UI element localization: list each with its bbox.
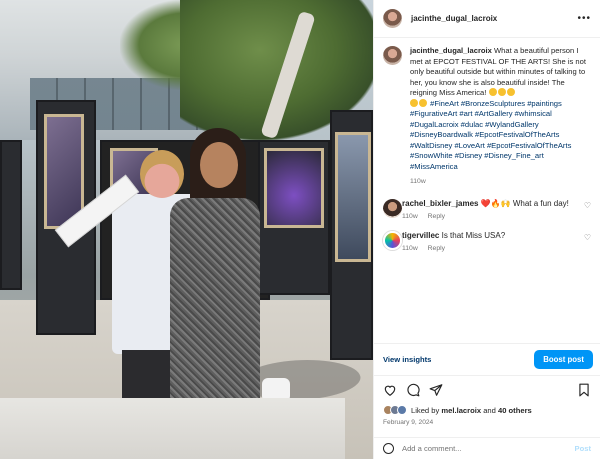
comment-like-icon[interactable]: ♡ xyxy=(582,201,591,210)
caption-time: 110w xyxy=(410,178,426,185)
comment-item: tigervillec Is that Miss USA? 110w Reply… xyxy=(383,230,591,252)
comment-input[interactable] xyxy=(402,444,575,453)
author-avatar[interactable] xyxy=(383,9,402,28)
likes-row: Liked by mel.lacroix and 40 others xyxy=(374,403,600,417)
liked-by-user[interactable]: mel.lacroix xyxy=(441,406,481,415)
commenter-avatar[interactable] xyxy=(383,198,402,218)
caption-avatar[interactable] xyxy=(383,46,402,65)
caption-username[interactable]: jacinthe_dugal_lacroix xyxy=(410,46,492,55)
comment-item: rachel_bixler_james ❤️🔥🙌 What a fun day!… xyxy=(383,198,591,220)
boost-post-button[interactable]: Boost post xyxy=(534,350,593,369)
view-insights-link[interactable]: View insights xyxy=(383,355,431,364)
caption: jacinthe_dugal_lacroix What a beautiful … xyxy=(383,46,591,188)
add-comment-bar: Post xyxy=(374,437,600,459)
post-modal: jacinthe_dugal_lacroix ••• jacinthe_duga… xyxy=(0,0,600,459)
insights-bar: View insights Boost post xyxy=(374,343,600,375)
post-header: jacinthe_dugal_lacroix ••• xyxy=(374,0,600,38)
more-icon[interactable]: ••• xyxy=(577,13,591,24)
reply-button[interactable]: Reply xyxy=(428,245,445,252)
post-photo[interactable] xyxy=(0,0,373,459)
post-date: February 9, 2024 xyxy=(383,419,434,426)
comment-like-icon[interactable]: ♡ xyxy=(582,233,591,242)
liker-avatars[interactable] xyxy=(383,405,407,415)
share-icon[interactable] xyxy=(429,383,443,397)
commenter-avatar[interactable] xyxy=(383,230,402,250)
comment-time: 110w xyxy=(402,244,418,252)
caption-hashtags[interactable]: #FineArt #BronzeSculptures #paintings #F… xyxy=(410,99,571,171)
comment-text: ❤️🔥🙌 What a fun day! xyxy=(480,198,569,208)
bookmark-icon[interactable] xyxy=(577,383,591,397)
comment-time: 110w xyxy=(402,212,418,220)
reply-button[interactable]: Reply xyxy=(428,213,445,220)
emoji-icon[interactable] xyxy=(383,443,394,454)
comments-list[interactable]: jacinthe_dugal_lacroix What a beautiful … xyxy=(374,38,600,343)
comment-username[interactable]: rachel_bixler_james xyxy=(402,199,479,208)
photo-table xyxy=(0,398,345,459)
comment-text: Is that Miss USA? xyxy=(441,230,506,240)
heart-icon[interactable] xyxy=(383,383,397,397)
author-username[interactable]: jacinthe_dugal_lacroix xyxy=(411,14,577,23)
action-bar xyxy=(374,375,600,403)
post-sidebar: jacinthe_dugal_lacroix ••• jacinthe_duga… xyxy=(373,0,600,459)
comment-username[interactable]: tigervillec xyxy=(402,231,439,240)
likes-others[interactable]: 40 others xyxy=(498,406,532,415)
post-comment-button[interactable]: Post xyxy=(575,444,591,453)
photo-person-right xyxy=(160,128,270,408)
comment-icon[interactable] xyxy=(406,383,420,397)
